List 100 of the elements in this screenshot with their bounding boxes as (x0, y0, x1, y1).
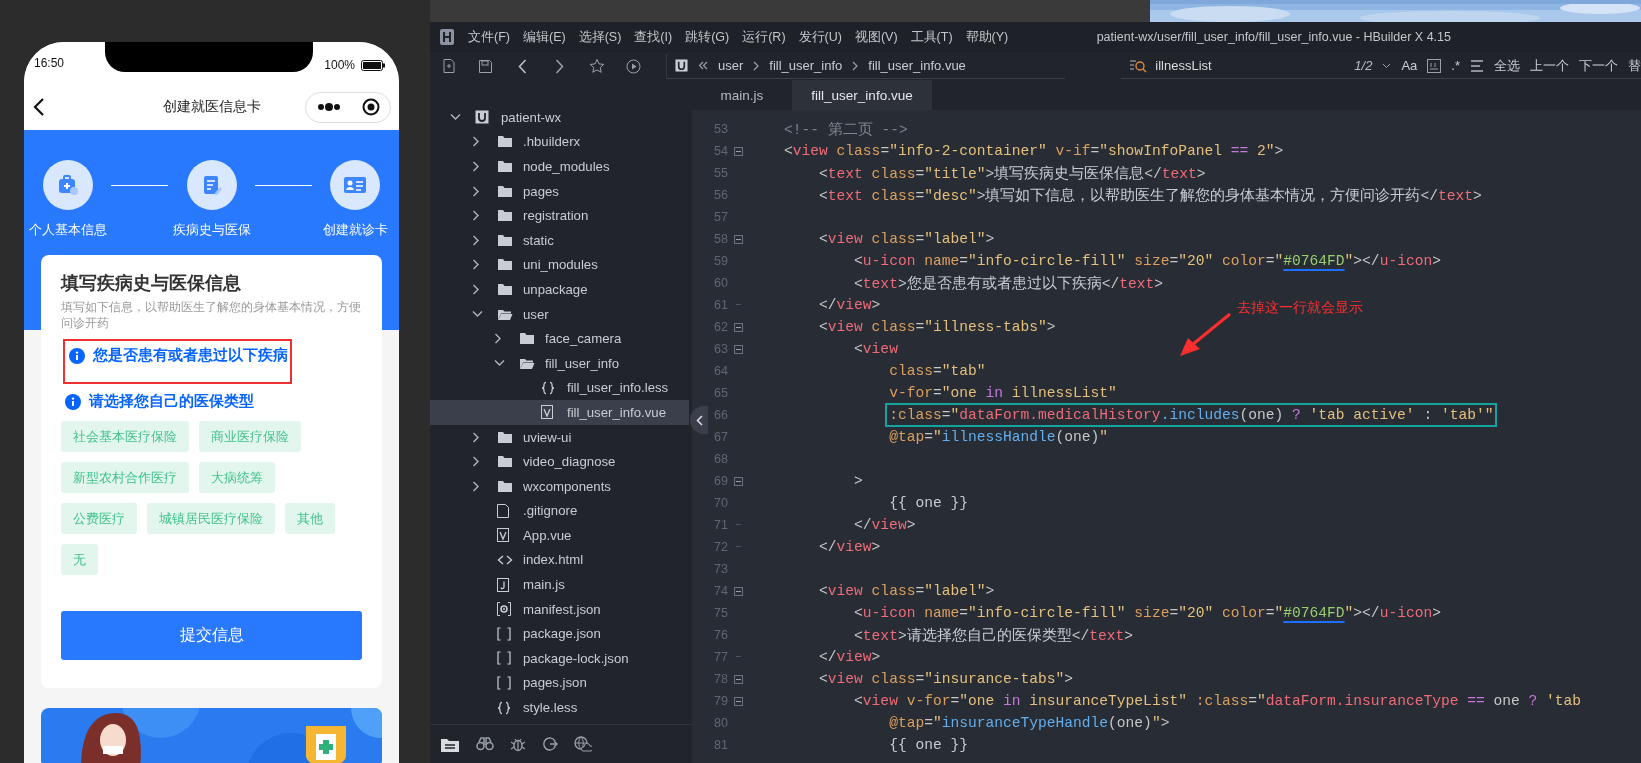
fold-marker-icon[interactable] (734, 476, 743, 486)
tree-item[interactable]: uni_modules (430, 252, 689, 278)
tree-item[interactable]: face_camera (430, 326, 689, 351)
save-icon[interactable] (478, 58, 493, 74)
tree-item[interactable]: package-lock.json (430, 646, 689, 671)
run-icon[interactable] (626, 58, 641, 74)
menu-item[interactable]: 工具(T) (910, 28, 953, 46)
menu-item[interactable]: 帮助(Y) (965, 28, 1009, 46)
breadcrumb-item[interactable]: fill_user_info (769, 58, 843, 73)
breadcrumb-item[interactable]: user (718, 58, 744, 73)
folder-icon (497, 430, 513, 444)
tree-item[interactable]: style.less (430, 695, 689, 720)
caret-icon[interactable] (1382, 62, 1392, 69)
annotation-arrow (1178, 312, 1232, 358)
git-icon[interactable] (542, 736, 558, 752)
fold-marker-icon[interactable] (734, 146, 743, 156)
tree-item[interactable]: App.vue (430, 523, 689, 548)
whole-word-icon[interactable] (1427, 58, 1442, 73)
mini-program-capsule[interactable] (305, 91, 391, 123)
match-case-toggle[interactable]: Aa (1401, 58, 1418, 73)
binoculars-icon[interactable] (476, 737, 494, 751)
align-icon[interactable] (1470, 59, 1484, 72)
code-line: </view> (854, 517, 916, 533)
forward-icon[interactable] (555, 58, 564, 74)
tree-item[interactable]: uview-ui (430, 424, 689, 450)
menu-item[interactable]: 跳转(G) (685, 28, 730, 46)
tree-item[interactable]: user (430, 301, 689, 327)
tree-item[interactable]: .gitignore (430, 498, 689, 524)
tree-item[interactable]: .hbuilderx (430, 129, 689, 155)
regex-toggle[interactable]: .* (1451, 58, 1460, 73)
fold-marker-icon[interactable] (734, 322, 743, 332)
chevron-left-icon[interactable] (695, 414, 703, 426)
tree-item[interactable]: wxcomponents (430, 473, 689, 499)
fold-marker-icon[interactable] (734, 344, 743, 354)
chevron-down-icon[interactable] (472, 310, 483, 319)
line-number: 73 (713, 562, 728, 576)
code-line: <text class="title">填写疾病史与医保信息</text> (819, 164, 1206, 183)
bug-icon[interactable] (510, 736, 526, 752)
replace-button[interactable]: 替 (1628, 56, 1641, 75)
chevron-right-icon[interactable] (472, 259, 480, 271)
close-icon[interactable] (361, 98, 380, 116)
menu-item[interactable]: 查找(I) (634, 28, 673, 46)
chevron-right-icon[interactable] (472, 431, 480, 443)
fold-marker-icon[interactable] (734, 696, 743, 706)
tree-item[interactable]: fill_user_info.vue (430, 400, 689, 425)
menu-item[interactable]: 编辑(E) (522, 28, 566, 46)
select-all-button[interactable]: 全选 (1494, 56, 1520, 75)
menu-item[interactable]: 发行(U) (798, 28, 842, 46)
line-number: 60 (713, 276, 728, 290)
tree-item[interactable]: static (430, 227, 689, 253)
more-icon[interactable] (316, 103, 341, 111)
star-icon[interactable] (588, 58, 605, 74)
chevron-right-icon[interactable] (472, 456, 480, 468)
next-button[interactable]: 下一个 (1579, 56, 1618, 75)
tree-item[interactable]: registration (430, 203, 689, 228)
vue-file-icon (541, 405, 553, 420)
fold-marker-icon[interactable] (734, 234, 743, 244)
previous-button[interactable]: 上一个 (1530, 56, 1569, 75)
fold-marker-icon[interactable] (734, 586, 743, 596)
menu-item[interactable]: 视图(V) (854, 28, 898, 46)
submit-button[interactable]: 提交信息 (61, 611, 362, 660)
new-file-icon[interactable] (440, 58, 457, 74)
double-chevron-left-icon[interactable] (698, 61, 708, 70)
chevron-right-icon[interactable] (472, 234, 480, 246)
tree-item[interactable]: index.html (430, 547, 689, 573)
tree-item[interactable]: node_modules (430, 154, 689, 179)
tree-item[interactable]: main.js (430, 572, 689, 597)
tree-item[interactable]: manifest.json (430, 596, 689, 622)
line-number: 59 (713, 254, 728, 268)
chevron-right-icon[interactable] (494, 333, 502, 345)
chevron-down-icon[interactable] (450, 113, 461, 122)
tree-item[interactable]: package.json (430, 621, 689, 647)
folder-icon (497, 209, 513, 223)
tree-item[interactable]: pages (430, 178, 689, 204)
search-icon[interactable] (1129, 58, 1148, 73)
menu-item[interactable]: 运行(R) (742, 28, 786, 46)
tree-item[interactable]: patient-wx (430, 105, 689, 130)
breadcrumb-item[interactable]: fill_user_info.vue (868, 58, 966, 73)
editor-tab[interactable]: fill_user_info.vue (792, 80, 932, 110)
back-icon[interactable] (518, 58, 527, 74)
chevron-right-icon[interactable] (472, 185, 480, 197)
chevron-right-icon[interactable] (472, 283, 480, 295)
tree-item[interactable]: unpackage (430, 277, 689, 302)
tree-item[interactable]: fill_user_info.less (430, 375, 689, 401)
chevron-right-icon[interactable] (472, 136, 480, 148)
chevron-right-icon[interactable] (472, 210, 480, 222)
chevron-down-icon[interactable] (494, 359, 505, 368)
editor-tab[interactable]: main.js (692, 80, 792, 110)
cloud-globe-icon[interactable] (574, 736, 592, 752)
menu-item[interactable]: 文件(F) (468, 28, 510, 46)
menu-item[interactable]: 选择(S) (578, 28, 622, 46)
chevron-right-icon[interactable] (472, 161, 480, 172)
line-number: 62 (713, 320, 728, 334)
tree-item[interactable]: fill_user_info (430, 350, 689, 376)
chevron-right-icon[interactable] (472, 480, 480, 492)
tree-item[interactable]: pages.json (430, 670, 689, 696)
search-field[interactable]: illnessList (1155, 58, 1212, 73)
tree-item[interactable]: video_diagnose (430, 449, 689, 474)
fold-marker-icon[interactable] (734, 674, 743, 684)
back-icon[interactable] (32, 98, 46, 116)
